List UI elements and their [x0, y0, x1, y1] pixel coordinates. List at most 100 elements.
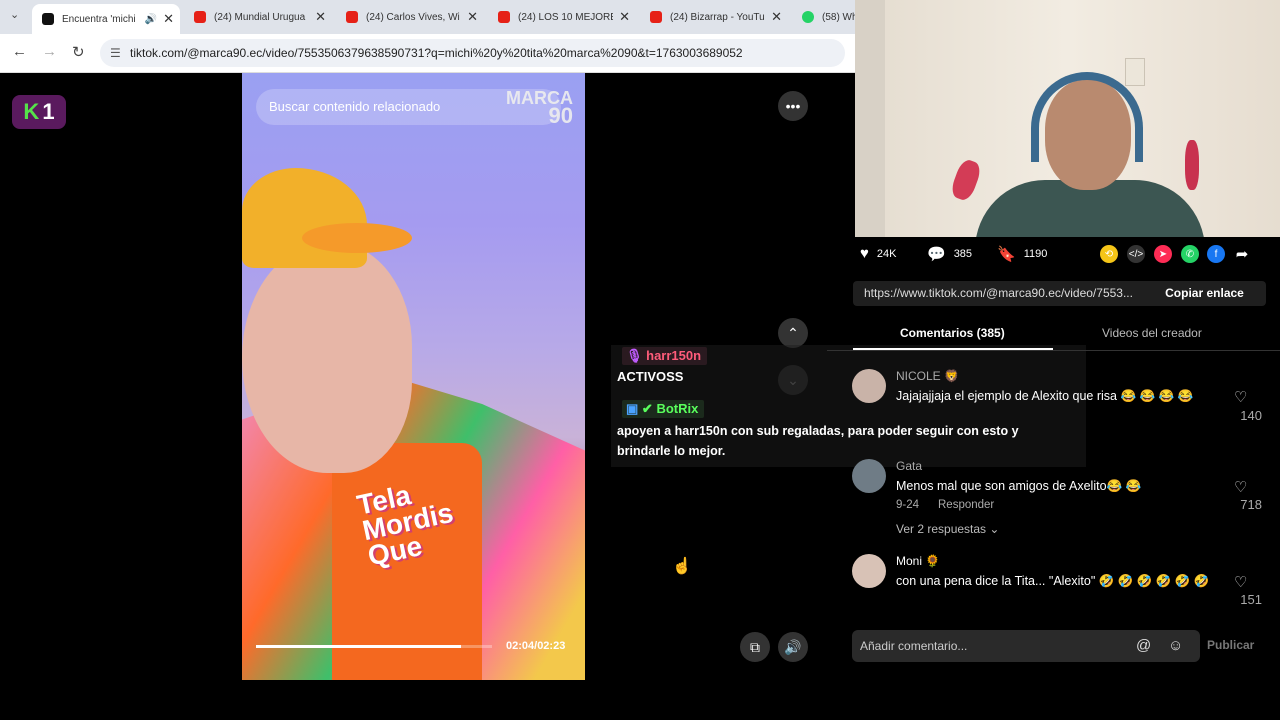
heart-outline-icon[interactable]: ♡ — [1234, 388, 1247, 406]
mic-icon: 🎙 — [626, 348, 643, 363]
comment-item: Gata Menos mal que son amigos de Axelito… — [852, 459, 1272, 544]
comment-username[interactable]: Gata — [896, 459, 922, 473]
volume-button[interactable]: 🔊 — [778, 632, 808, 662]
heart-outline-icon[interactable]: ♡ — [1234, 478, 1247, 496]
browser-tab-2[interactable]: (24) Mundial Urugua ✕ — [184, 4, 332, 30]
tab-title: (24) Bizarrap - YouTu — [670, 11, 765, 23]
related-search-placeholder: Buscar contenido relacionado — [269, 99, 441, 114]
tab-creator-videos[interactable]: Videos del creador — [1102, 326, 1202, 340]
send-share-icon[interactable]: ➤ — [1154, 245, 1172, 263]
like-button[interactable]: ♥ 24K — [860, 245, 896, 262]
comment-like-count: 718 — [1240, 497, 1262, 512]
more-options-button[interactable]: ••• — [778, 91, 808, 121]
channel-logo-letter: K — [23, 99, 40, 124]
video-progress-bar[interactable] — [256, 645, 492, 648]
webcam-paint-splatter — [948, 157, 984, 203]
close-tab-icon[interactable]: ✕ — [163, 11, 174, 27]
avatar[interactable] — [852, 554, 886, 588]
share-link-row: https://www.tiktok.com/@marca90.ec/video… — [853, 281, 1266, 306]
browser-tab-6[interactable]: (58) Wh — [792, 4, 855, 30]
speaker-icon[interactable]: 🔊 — [145, 14, 157, 25]
forward-share-icon[interactable]: ➦ — [1233, 245, 1251, 263]
view-replies-button[interactable]: Ver 2 respuestas ⌄ — [896, 522, 999, 536]
reload-icon[interactable]: ↻ — [72, 43, 85, 61]
facebook-share-icon[interactable]: f — [1207, 245, 1225, 263]
copy-link-button[interactable]: Copiar enlace — [1143, 281, 1266, 306]
url-field[interactable]: ☰ tiktok.com/@marca90.ec/video/755350637… — [100, 39, 845, 67]
address-bar-row: ← → ↻ ☰ tiktok.com/@marca90.ec/video/755… — [0, 34, 855, 73]
forward-arrow-icon[interactable]: → — [42, 43, 57, 60]
youtube-favicon-icon — [498, 11, 510, 23]
comments-tabs: Comentarios (385) Videos del creador — [827, 316, 1280, 351]
save-count: 1190 — [1023, 248, 1048, 260]
comment-item: Moni 🌻 con una pena dice la Tita... "Ale… — [852, 554, 1272, 614]
ellipsis-icon: ••• — [785, 98, 801, 114]
comment-text: Menos mal que son amigos de Axelito😂 😂 — [896, 479, 1142, 493]
browser-tab-bar: ⌄ Encuentra 'michi 🔊 ✕ (24) Mundial Urug… — [0, 0, 855, 34]
avatar[interactable] — [852, 459, 886, 493]
marca90-watermark: MARCA 90 — [506, 89, 573, 128]
mini-player-button[interactable]: ⧉ — [740, 632, 770, 662]
browser-tab-5[interactable]: (24) Bizarrap - YouTu ✕ — [640, 4, 788, 30]
repost-share-icon[interactable]: ⟲ — [1100, 245, 1118, 263]
heart-outline-icon[interactable]: ♡ — [1234, 573, 1247, 591]
tab-list-icon[interactable]: ⌄ — [10, 8, 19, 21]
whatsapp-share-icon[interactable]: ✆ — [1181, 245, 1199, 263]
close-tab-icon[interactable]: ✕ — [467, 9, 478, 25]
chevron-up-icon: ⌃ — [787, 324, 799, 341]
embed-share-icon[interactable]: </> — [1127, 245, 1145, 263]
comment-text: con una pena dice la Tita... "Alexito" 🤣… — [896, 574, 1210, 588]
site-info-icon[interactable]: ☰ — [110, 39, 121, 67]
video-time: 02:04/02:23 — [506, 640, 566, 652]
publish-button[interactable]: Publicar — [1207, 638, 1254, 652]
active-tab-indicator — [853, 348, 1053, 350]
tab-title: (58) Wh — [822, 11, 855, 23]
webcam-door-shape — [855, 0, 885, 237]
webcam-feed — [855, 0, 1280, 237]
youtube-favicon-icon — [346, 11, 358, 23]
reply-button[interactable]: Responder — [938, 499, 994, 511]
webcam-light-switch-shape — [1125, 58, 1145, 86]
browser-tab-tiktok[interactable]: Encuentra 'michi 🔊 ✕ — [32, 4, 180, 34]
channel-logo-number: 1 — [42, 99, 55, 124]
comment-input[interactable]: Añadir comentario... @ ☺ — [852, 630, 1200, 662]
comment-username[interactable]: Moni 🌻 — [896, 554, 940, 568]
video-player[interactable]: Tela Mordis Que Buscar contenido relacio… — [242, 73, 585, 680]
comment-icon: 💬 — [927, 246, 946, 263]
comment-count: 385 — [953, 248, 973, 260]
browser-tab-3[interactable]: (24) Carlos Vives, Wi ✕ — [336, 4, 484, 30]
close-tab-icon[interactable]: ✕ — [771, 9, 782, 25]
comment-username[interactable]: NICOLE 🦁 — [896, 369, 959, 383]
video-progress-fill — [256, 645, 462, 648]
tab-title: (24) Carlos Vives, Wi — [366, 11, 460, 23]
chat-user-harr150n: 🎙 harr150n — [622, 347, 708, 365]
close-tab-icon[interactable]: ✕ — [619, 9, 630, 25]
back-arrow-icon[interactable]: ← — [12, 43, 27, 60]
chat-user-botrix: ▣ ✔ BotRix — [622, 400, 705, 418]
verified-icon: ✔ — [641, 401, 653, 416]
url-text: tiktok.com/@marca90.ec/video/75535063796… — [130, 46, 743, 60]
chat-message: ACTIVOSS — [617, 369, 684, 384]
comment-button[interactable]: 💬 385 — [927, 245, 972, 263]
browser-tab-4[interactable]: (24) LOS 10 MEJORE ✕ — [488, 4, 636, 30]
avatar[interactable] — [852, 369, 886, 403]
comment-date: 9-24 — [896, 499, 920, 511]
save-button[interactable]: 🔖 1190 — [997, 245, 1047, 263]
video-cap-shape — [242, 168, 367, 268]
close-tab-icon[interactable]: ✕ — [315, 9, 326, 25]
comment-like-count: 151 — [1240, 592, 1262, 607]
share-link-url[interactable]: https://www.tiktok.com/@marca90.ec/video… — [864, 281, 1133, 306]
comment-input-placeholder: Añadir comentario... — [860, 639, 968, 653]
watermark-line2: 90 — [548, 103, 573, 128]
channel-logo: K 1 — [12, 95, 66, 129]
heart-icon: ♥ — [860, 245, 869, 262]
hand-cursor-icon: ☝ — [672, 558, 692, 575]
whatsapp-favicon-icon — [802, 11, 814, 23]
video-cap-brim-shape — [302, 223, 412, 253]
emoji-icon[interactable]: ☺ — [1168, 637, 1183, 654]
comment-text: Jajajajjaja el ejemplo de Alexito que ri… — [896, 389, 1194, 403]
tab-comments[interactable]: Comentarios (385) — [900, 326, 1005, 340]
previous-video-button[interactable]: ⌃ — [778, 318, 808, 348]
mention-icon[interactable]: @ — [1136, 637, 1151, 654]
video-face-shape — [242, 243, 412, 473]
